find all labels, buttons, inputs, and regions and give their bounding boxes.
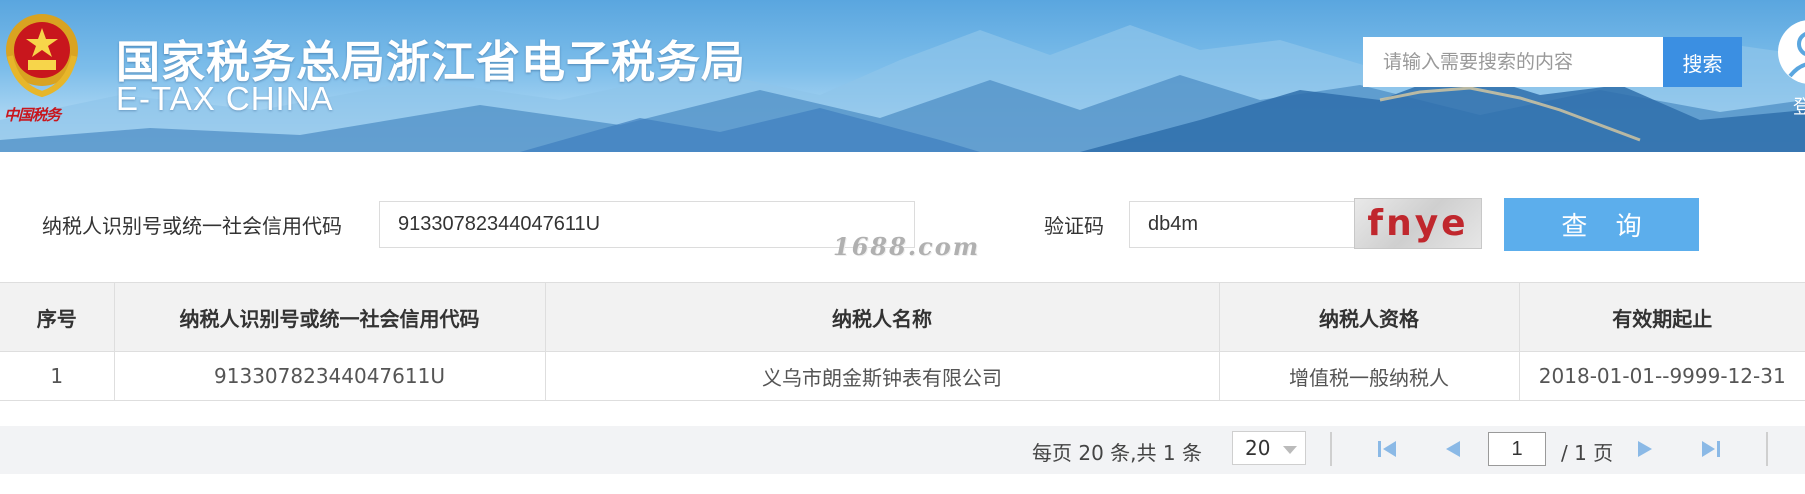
user-icon bbox=[1788, 32, 1805, 78]
search-button[interactable]: 搜索 bbox=[1663, 37, 1742, 87]
captcha-image[interactable]: fnye bbox=[1354, 198, 1482, 249]
table-cell: 1 bbox=[0, 351, 115, 401]
captcha-label: 验证码 bbox=[1044, 214, 1104, 238]
result-table: 序号 纳税人识别号或统一社会信用代码 纳税人名称 纳税人资格 有效期起止 1 9… bbox=[0, 282, 1805, 401]
captcha-input[interactable]: db4m bbox=[1129, 201, 1355, 248]
search-input[interactable] bbox=[1363, 37, 1663, 87]
chevron-down-icon bbox=[1283, 446, 1297, 454]
table-header-row: 序号 纳税人识别号或统一社会信用代码 纳税人名称 纳税人资格 有效期起止 bbox=[0, 282, 1805, 352]
total-pages: / 1 页 bbox=[1561, 441, 1614, 465]
column-header: 纳税人资格 bbox=[1218, 282, 1520, 352]
taxpayer-id-label: 纳税人识别号或统一社会信用代码 bbox=[42, 214, 342, 238]
pagination-divider bbox=[1330, 432, 1332, 466]
query-button[interactable]: 查 询 bbox=[1504, 198, 1699, 251]
previous-page-icon[interactable] bbox=[1442, 439, 1464, 459]
page-size-value: 20 bbox=[1245, 436, 1271, 460]
login-link[interactable]: 登 bbox=[1793, 92, 1805, 119]
column-header: 序号 bbox=[0, 282, 115, 352]
next-page-icon[interactable] bbox=[1634, 439, 1656, 459]
page-size-select[interactable]: 20 bbox=[1232, 431, 1306, 465]
current-page-input[interactable] bbox=[1488, 432, 1546, 466]
column-header: 纳税人名称 bbox=[544, 282, 1220, 352]
table-cell: 义乌市朗金斯钟表有限公司 bbox=[544, 351, 1220, 401]
column-header: 纳税人识别号或统一社会信用代码 bbox=[113, 282, 546, 352]
table-cell: 91330782344047611U bbox=[113, 351, 546, 401]
pagination-info: 每页 20 条,共 1 条 bbox=[1032, 441, 1202, 465]
first-page-icon[interactable] bbox=[1376, 439, 1398, 459]
last-page-icon[interactable] bbox=[1700, 439, 1722, 459]
column-header: 有效期起止 bbox=[1518, 282, 1805, 352]
header-banner: 中国税务 国家税务总局浙江省电子税务局 E-TAX CHINA 搜索 登 bbox=[0, 0, 1805, 152]
user-avatar-icon[interactable] bbox=[1778, 20, 1805, 84]
pagination-divider bbox=[1766, 432, 1768, 466]
site-subtitle: E-TAX CHINA bbox=[116, 80, 334, 117]
table-cell: 增值税一般纳税人 bbox=[1218, 351, 1520, 401]
logo-script-text: 中国税务 bbox=[4, 106, 61, 124]
national-emblem-icon bbox=[6, 14, 78, 98]
pagination-bar: 每页 20 条,共 1 条 20 / 1 页 bbox=[0, 426, 1805, 474]
table-cell: 2018-01-01--9999-12-31 bbox=[1518, 351, 1805, 401]
table-row: 1 91330782344047611U 义乌市朗金斯钟表有限公司 增值税一般纳… bbox=[0, 351, 1805, 401]
watermark: 1688.com bbox=[833, 232, 981, 261]
